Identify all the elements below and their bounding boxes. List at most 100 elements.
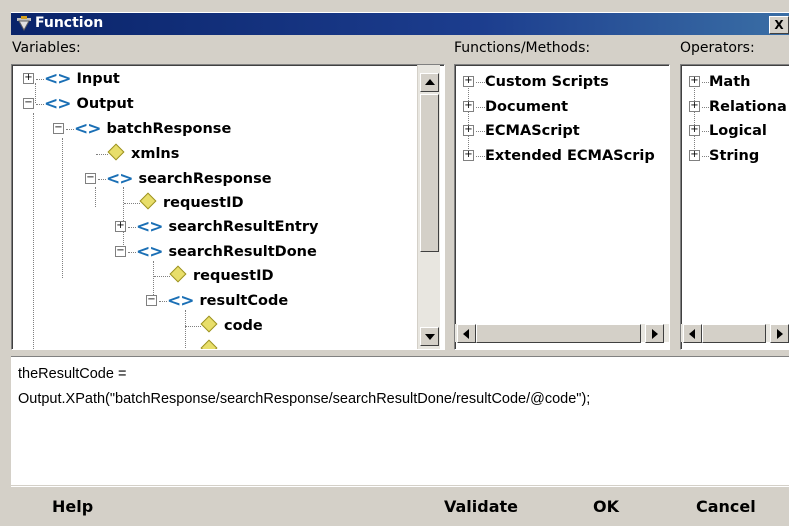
expand-icon[interactable]: + [689, 124, 700, 136]
operators-label: Operators: [680, 40, 755, 56]
tree-node-label: code [224, 318, 263, 334]
tree-node-label: searchResultDone [168, 244, 317, 260]
tree-node-xmlns[interactable]: xmlns [96, 142, 179, 166]
tree-node-batchresponse[interactable]: − <> batchResponse [53, 117, 231, 141]
expand-icon[interactable]: + [463, 75, 474, 87]
scroll-up-button[interactable] [420, 73, 439, 92]
tree-node-searchresultentry[interactable]: + <> searchResultEntry [115, 215, 318, 239]
functions-label: Functions/Methods: [454, 40, 591, 56]
tree-connector [33, 113, 34, 349]
element-node-icon: <> [44, 94, 71, 114]
attribute-node-icon [169, 265, 187, 283]
function-node-document[interactable]: + Document [463, 95, 568, 119]
operator-node-relational[interactable]: + Relationa [689, 95, 787, 119]
function-dialog: Function X Variables: Functions/Methods:… [0, 0, 789, 526]
attribute-node-icon [139, 192, 157, 210]
collapse-icon[interactable]: − [85, 172, 96, 184]
attribute-node-icon [200, 339, 218, 349]
element-node-icon: <> [136, 242, 163, 262]
operators-horizontal-scrollbar[interactable] [681, 324, 789, 343]
panel-splitter[interactable] [446, 64, 452, 349]
operator-node-math[interactable]: + Math [689, 70, 750, 94]
collapse-icon[interactable]: − [146, 294, 157, 306]
tree-node-label: Document [485, 99, 569, 115]
tree-node-partial[interactable] [185, 338, 224, 349]
script-editor[interactable]: theResultCode = Output.XPath("batchRespo… [11, 356, 789, 485]
functions-horizontal-scrollbar[interactable] [455, 324, 669, 343]
element-node-icon: <> [44, 69, 71, 89]
tree-node-label: Math [709, 74, 751, 90]
arrow-down-icon [425, 334, 435, 340]
title-bar[interactable]: Function X [11, 12, 789, 35]
element-node-icon: <> [167, 291, 194, 311]
attribute-node-icon [200, 315, 218, 333]
tree-node-label: Extended ECMAScrip [485, 148, 655, 164]
scroll-left-button[interactable] [457, 324, 476, 343]
tree-node-code[interactable]: code [185, 314, 263, 338]
scroll-thumb[interactable] [702, 324, 766, 343]
expand-icon[interactable]: + [689, 149, 700, 161]
tree-node-label: Input [76, 71, 120, 87]
operators-tree[interactable]: + Math + Relationa + Logical + String [680, 64, 789, 350]
element-node-icon: <> [74, 119, 101, 139]
tree-node-input[interactable]: + <> Input [23, 67, 120, 91]
tree-node-requestid-2[interactable]: requestID [154, 264, 274, 288]
scroll-thumb[interactable] [476, 324, 641, 343]
function-node-ecmascript[interactable]: + ECMAScript [463, 119, 580, 143]
tree-node-label: Output [76, 96, 134, 112]
tree-node-label: batchResponse [106, 121, 232, 137]
functions-tree[interactable]: + Custom Scripts + Document + ECMAScript + E… [454, 64, 670, 350]
function-node-custom-scripts[interactable]: + Custom Scripts [463, 70, 609, 94]
expand-icon[interactable]: + [115, 220, 126, 232]
arrow-left-icon [689, 329, 695, 339]
tree-node-resultcode[interactable]: − <> resultCode [146, 289, 288, 313]
tree-node-requestid[interactable]: requestID [124, 191, 244, 215]
close-button[interactable]: X [769, 16, 789, 34]
expand-icon[interactable]: + [23, 72, 34, 84]
tree-node-searchresponse[interactable]: − <> searchResponse [85, 167, 272, 191]
expand-icon[interactable]: + [463, 149, 474, 161]
tree-node-label: requestID [163, 195, 244, 211]
element-node-icon: <> [136, 217, 163, 237]
tree-node-searchresultdone[interactable]: − <> searchResultDone [115, 240, 317, 264]
tree-node-label: resultCode [199, 293, 289, 309]
tree-node-label: String [709, 148, 760, 164]
tree-connector [62, 138, 63, 278]
collapse-icon[interactable]: − [23, 97, 34, 109]
scroll-thumb[interactable] [420, 94, 439, 252]
help-button[interactable]: Help [52, 497, 93, 516]
scroll-left-button[interactable] [683, 324, 702, 343]
tree-node-label: searchResponse [138, 171, 272, 187]
tree-node-output[interactable]: − <> Output [23, 92, 134, 116]
element-node-icon: <> [106, 169, 133, 189]
panel-splitter[interactable] [670, 64, 678, 349]
button-bar: Help Validate OK Cancel [11, 486, 789, 526]
editor-line-2: Output.XPath("batchResponse/searchRespon… [18, 391, 591, 407]
arrow-left-icon [463, 329, 469, 339]
variables-label: Variables: [12, 40, 81, 56]
collapse-icon[interactable]: − [53, 122, 64, 134]
scroll-down-button[interactable] [420, 327, 439, 346]
scroll-right-button[interactable] [770, 324, 789, 343]
collapse-icon[interactable]: − [115, 245, 126, 257]
operator-node-string[interactable]: + String [689, 144, 759, 168]
arrow-up-icon [425, 79, 435, 85]
expand-icon[interactable]: + [689, 75, 700, 87]
validate-button[interactable]: Validate [444, 497, 518, 516]
variables-vertical-scrollbar[interactable] [417, 65, 440, 349]
tree-node-label: Logical [709, 123, 767, 139]
expand-icon[interactable]: + [463, 124, 474, 136]
tree-node-label: xmlns [131, 146, 180, 162]
operator-node-logical[interactable]: + Logical [689, 119, 767, 143]
tree-node-label: searchResultEntry [168, 219, 319, 235]
tree-node-label: Custom Scripts [485, 74, 609, 90]
ok-button[interactable]: OK [593, 497, 619, 516]
tree-node-label: Relationa [709, 99, 787, 115]
function-node-extended-ecmascript[interactable]: + Extended ECMAScrip [463, 144, 655, 168]
scroll-right-button[interactable] [645, 324, 664, 343]
cancel-button[interactable]: Cancel [696, 497, 756, 516]
expand-icon[interactable]: + [463, 100, 474, 112]
expand-icon[interactable]: + [689, 100, 700, 112]
variables-tree[interactable]: + <> Input − <> Output − <> batchResponse xmln… [11, 64, 445, 350]
function-window-icon [17, 16, 31, 32]
